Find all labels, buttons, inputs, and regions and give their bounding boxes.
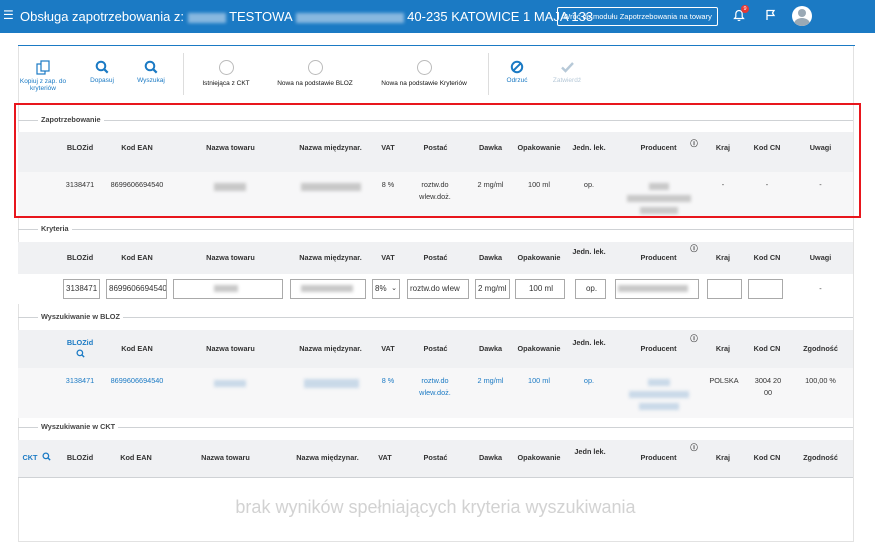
search-icon[interactable] [40, 452, 52, 465]
unit-input[interactable]: op. [575, 279, 606, 299]
section-bloz-search: Wyszukiwanie w BLOZ [18, 312, 853, 321]
back-to-module-button[interactable]: Wróć do modułu Zapotrzebowania na towary [557, 7, 718, 26]
cn-input[interactable] [748, 279, 783, 299]
divider [18, 477, 853, 478]
redacted-text [214, 377, 246, 389]
table-header: CKT BLOZid Kod EAN Nazwa towaru Nazwa mi… [18, 440, 853, 477]
info-icon[interactable]: ⓘ [688, 243, 700, 255]
radio-icon[interactable] [218, 60, 234, 75]
redacted-text [621, 376, 696, 412]
redacted-text [187, 12, 226, 23]
bloz-results-table: BLOZid Kod EAN Nazwa towaru Nazwa między… [18, 330, 853, 418]
radio-icon[interactable] [307, 60, 323, 75]
redacted-text [301, 377, 361, 389]
info-icon[interactable]: ⓘ [688, 333, 700, 345]
table-header: BLOZid Kod EAN Nazwa towaru Nazwa między… [66, 243, 832, 262]
avatar[interactable] [792, 6, 812, 26]
chevron-down-icon: ⌄ [391, 285, 397, 292]
reject-button[interactable]: Odrzuć [500, 60, 534, 84]
option-existing-ckt[interactable]: Istniejąca z CKT [196, 60, 256, 87]
search-icon [144, 60, 158, 74]
section-ckt-search: Wyszukiwanie w CKT [18, 422, 853, 431]
flag-icon[interactable] [765, 9, 776, 21]
section-criteria: Kryteria [18, 224, 853, 233]
option-new-criteria[interactable]: Nowa na podstawie Kryteriów [374, 60, 474, 87]
criteria-row: 3138471 8699606694540 8% ⌄ roztw.do wlew … [18, 274, 853, 304]
dose-input[interactable]: 2 mg/ml [475, 279, 510, 299]
divider [18, 45, 855, 46]
search-icon [95, 60, 109, 74]
ban-icon [510, 60, 524, 74]
country-input[interactable] [707, 279, 742, 299]
radio-icon[interactable] [416, 60, 432, 75]
search-icon[interactable] [74, 349, 86, 362]
info-icon[interactable]: ⓘ [688, 442, 700, 454]
criteria-table: BLOZid Kod EAN Nazwa towaru Nazwa między… [18, 242, 853, 304]
copy-to-criteria-button[interactable]: Kopiuj z zap. do kryteriów [17, 60, 69, 92]
intl-name-input[interactable] [290, 279, 366, 299]
match-button[interactable]: Dopasuj [85, 60, 119, 84]
highlight-box [14, 103, 861, 218]
vat-select[interactable]: 8% ⌄ [372, 279, 400, 299]
name-input[interactable] [173, 279, 283, 299]
ckt-results-table: CKT BLOZid Kod EAN Nazwa towaru Nazwa mi… [18, 440, 853, 477]
ckt-sort-header[interactable]: CKT [21, 452, 39, 464]
table-header: BLOZid Kod EAN Nazwa towaru Nazwa między… [18, 330, 853, 368]
empty-results-message: brak wyników spełniających kryteria wysz… [235, 497, 636, 517]
producer-input[interactable] [615, 279, 699, 299]
table-row[interactable]: 3138471 8699606694540 8 % roztw.do wlew.… [18, 368, 853, 418]
option-new-bloz[interactable]: Nowa na podstawie BLOZ [270, 60, 360, 87]
check-icon [560, 62, 574, 73]
approve-button[interactable]: Zatwierdź [547, 60, 587, 84]
divider [488, 53, 489, 95]
form-input[interactable]: roztw.do wlew [407, 279, 469, 299]
search-button[interactable]: Wyszukaj [131, 60, 171, 84]
ean-input[interactable]: 8699606694540 [106, 279, 167, 299]
page-title: Obsługa zapotrzebowania z: TESTOWA 40-23… [20, 9, 594, 24]
panel-border [18, 541, 854, 542]
copy-icon [36, 60, 50, 75]
bloz-sort-header[interactable]: BLOZid [62, 337, 98, 349]
top-bar: ☰ Obsługa zapotrzebowania z: TESTOWA 40-… [0, 0, 875, 33]
bloz-input[interactable]: 3138471 [63, 279, 100, 299]
divider [183, 53, 184, 95]
hamburger-icon[interactable]: ☰ [3, 8, 14, 22]
notification-badge: 9 [741, 5, 749, 13]
redacted-text [295, 12, 404, 23]
pack-input[interactable]: 100 ml [515, 279, 565, 299]
